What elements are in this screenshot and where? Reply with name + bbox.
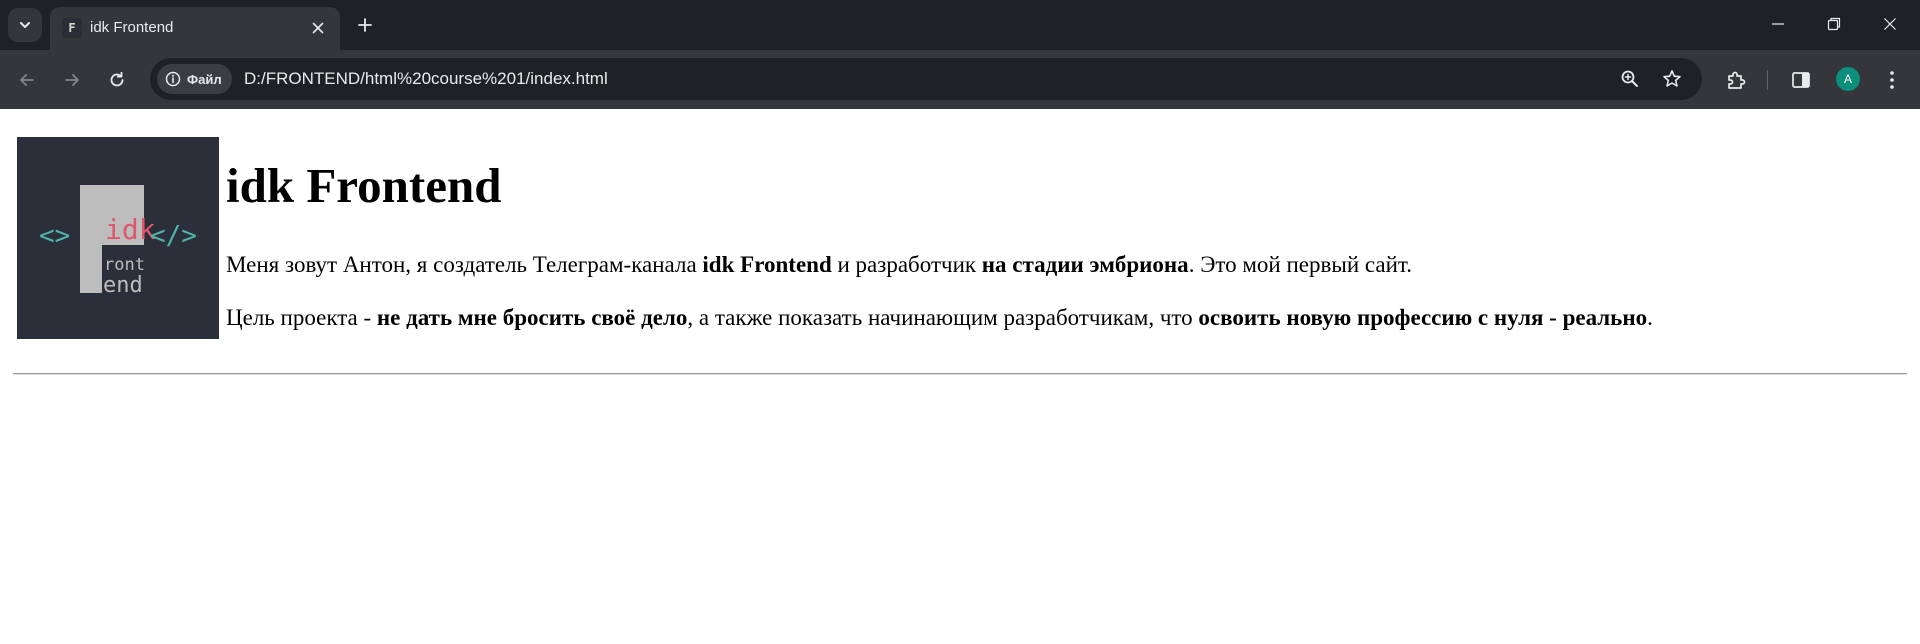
logo-left-symbol: <>	[39, 221, 70, 251]
extensions-button[interactable]	[1720, 64, 1752, 96]
side-panel-button[interactable]	[1785, 64, 1817, 96]
zoom-button[interactable]	[1616, 65, 1644, 93]
intro-text-3: . Это мой первый сайт.	[1188, 252, 1412, 277]
site-logo: idk ront end <> </>	[17, 137, 219, 339]
browser-menu-button[interactable]	[1876, 64, 1908, 96]
page-title: idk Frontend	[226, 158, 502, 213]
forward-button[interactable]	[56, 64, 88, 96]
minimize-button[interactable]	[1750, 0, 1806, 48]
tab-strip: F idk Frontend	[0, 0, 1920, 50]
logo-word-mid: ront	[104, 255, 145, 275]
goal-text-2: , а также показать начинающим разработчи…	[687, 305, 1199, 330]
restore-button[interactable]	[1806, 0, 1862, 48]
arrow-right-icon	[65, 74, 79, 86]
logo-graphic: idk ront end <> </>	[39, 185, 197, 298]
browser-toolbar: Файл D:/FRONTEND/html%20course%201/index…	[0, 50, 1920, 109]
arrow-left-icon	[20, 74, 34, 86]
address-bar[interactable]: Файл D:/FRONTEND/html%20course%201/index…	[150, 58, 1702, 100]
chevron-down-icon	[20, 22, 30, 28]
star-icon	[1663, 70, 1681, 87]
reload-icon	[110, 71, 124, 87]
goal-bold-1: не дать мне бросить своё дело	[376, 305, 688, 330]
intro-bold-1: idk Frontend	[702, 252, 832, 277]
site-info-button[interactable]: Файл	[157, 64, 232, 94]
back-button[interactable]	[11, 64, 43, 96]
intro-bold-2: на стадии эмбриона	[981, 252, 1189, 277]
goal-text-3: .	[1647, 305, 1653, 330]
goal-paragraph: Цель проекта - не дать мне бросить своё …	[226, 304, 1653, 332]
tab-close-button[interactable]	[306, 16, 330, 40]
site-info-label: Файл	[187, 71, 222, 87]
info-icon	[165, 71, 181, 87]
intro-text-1: Меня зовут Антон, я создатель Телеграм-к…	[226, 252, 703, 277]
horizontal-rule	[13, 373, 1907, 375]
intro-paragraph: Меня зовут Антон, я создатель Телеграм-к…	[226, 251, 1412, 279]
tab-search-button[interactable]	[8, 8, 42, 42]
tab-title: idk Frontend	[90, 19, 174, 36]
more-vertical-icon	[1890, 71, 1894, 89]
goal-text-1: Цель проекта -	[226, 305, 377, 330]
bookmark-button[interactable]	[1658, 65, 1686, 93]
logo-word-top: idk	[105, 213, 156, 246]
profile-avatar[interactable]: A	[1836, 67, 1860, 91]
favicon-icon: F	[62, 18, 82, 38]
close-window-button[interactable]	[1862, 0, 1918, 48]
toolbar-separator	[1767, 70, 1768, 90]
close-icon	[312, 22, 324, 34]
web-page: idk ront end <> </> idk Frontend Меня зо…	[0, 109, 1920, 644]
restore-icon	[1827, 17, 1841, 31]
close-icon	[1884, 18, 1896, 30]
plus-icon	[358, 18, 372, 32]
logo-word-bottom: end	[103, 273, 143, 298]
puzzle-icon	[1728, 71, 1746, 89]
reload-button[interactable]	[101, 64, 133, 96]
side-panel-icon	[1792, 72, 1810, 88]
active-tab[interactable]: F idk Frontend	[50, 7, 340, 50]
new-tab-button[interactable]	[350, 10, 380, 40]
logo-right-symbol: </>	[150, 221, 197, 251]
url-text[interactable]: D:/FRONTEND/html%20course%201/index.html	[244, 69, 608, 89]
intro-text-2: и разработчик	[831, 252, 982, 277]
goal-bold-2: освоить новую профессию с нуля - реально	[1198, 305, 1648, 330]
zoom-in-icon	[1621, 70, 1638, 87]
minimize-icon	[1772, 23, 1784, 25]
